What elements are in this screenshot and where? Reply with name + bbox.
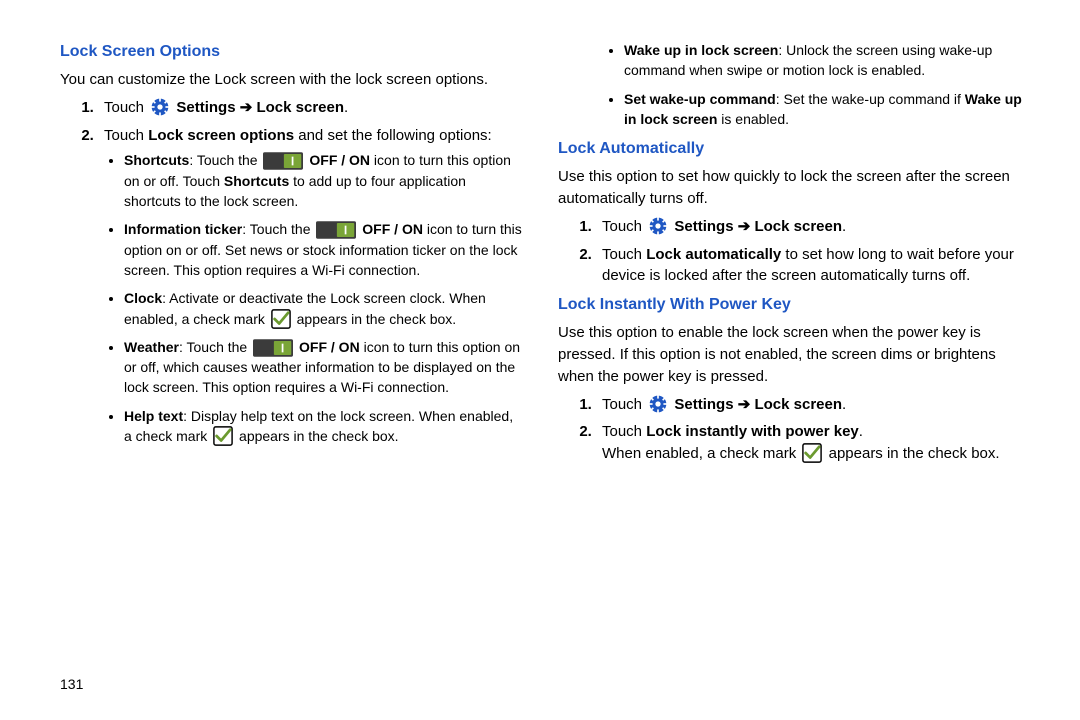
toggle-icon xyxy=(263,152,303,170)
gear-icon xyxy=(648,216,668,236)
toggle-icon xyxy=(316,221,356,239)
step1-touch: Touch xyxy=(104,99,144,116)
options-bullets: Shortcuts: Touch the OFF / ON icon to tu… xyxy=(104,150,522,446)
intro-text: You can customize the Lock screen with t… xyxy=(60,69,522,91)
heading-lock-automatically: Lock Automatically xyxy=(558,137,1030,160)
gear-icon xyxy=(150,97,170,117)
instant-intro: Use this option to enable the lock scree… xyxy=(558,322,1030,387)
settings-label: Settings xyxy=(176,99,235,116)
lockscreen-label: Lock screen xyxy=(256,99,344,116)
arrow-icon: ➔ xyxy=(738,396,751,413)
toggle-icon xyxy=(253,339,293,357)
instant-step-2: Touch Lock instantly with power key. Whe… xyxy=(596,421,1030,465)
step-1: Touch Settings ➔ Lock screen. xyxy=(98,97,522,119)
bullet-set-wakeup: Set wake-up command: Set the wake-up com… xyxy=(624,89,1030,130)
bullet-information-ticker: Information ticker: Touch the OFF / ON i… xyxy=(124,219,522,280)
arrow-icon: ➔ xyxy=(738,218,751,235)
gear-icon xyxy=(648,394,668,414)
heading-lock-instantly: Lock Instantly With Power Key xyxy=(558,293,1030,316)
auto-steps: Touch Settings ➔ Lock screen. Touch Lock… xyxy=(558,216,1030,287)
page-number: 131 xyxy=(60,676,83,692)
manual-page: Lock Screen Options You can customize th… xyxy=(0,0,1080,720)
left-column: Lock Screen Options You can customize th… xyxy=(60,36,550,700)
checkmark-icon xyxy=(271,309,291,329)
heading-lock-screen-options: Lock Screen Options xyxy=(60,40,522,63)
checkmark-icon xyxy=(802,443,822,463)
continued-bullets: Wake up in lock screen: Unlock the scree… xyxy=(604,40,1030,129)
auto-intro: Use this option to set how quickly to lo… xyxy=(558,166,1030,210)
checkmark-icon xyxy=(213,426,233,446)
auto-step-1: Touch Settings ➔ Lock screen. xyxy=(596,216,1030,238)
bullet-clock: Clock: Activate or deactivate the Lock s… xyxy=(124,288,522,329)
steps-list: Touch Settings ➔ Lock screen. Touch Lock… xyxy=(60,97,522,446)
right-column: Wake up in lock screen: Unlock the scree… xyxy=(550,36,1040,700)
arrow-icon: ➔ xyxy=(240,99,253,116)
instant-step-1: Touch Settings ➔ Lock screen. xyxy=(596,394,1030,416)
bullet-wake-up: Wake up in lock screen: Unlock the scree… xyxy=(624,40,1030,81)
bullet-shortcuts: Shortcuts: Touch the OFF / ON icon to tu… xyxy=(124,150,522,211)
instant-steps: Touch Settings ➔ Lock screen. Touch Lock… xyxy=(558,394,1030,465)
step-2: Touch Lock screen options and set the fo… xyxy=(98,125,522,447)
auto-step-2: Touch Lock automatically to set how long… xyxy=(596,244,1030,288)
bullet-help-text: Help text: Display help text on the lock… xyxy=(124,406,522,447)
bullet-weather: Weather: Touch the OFF / ON icon to turn… xyxy=(124,337,522,398)
